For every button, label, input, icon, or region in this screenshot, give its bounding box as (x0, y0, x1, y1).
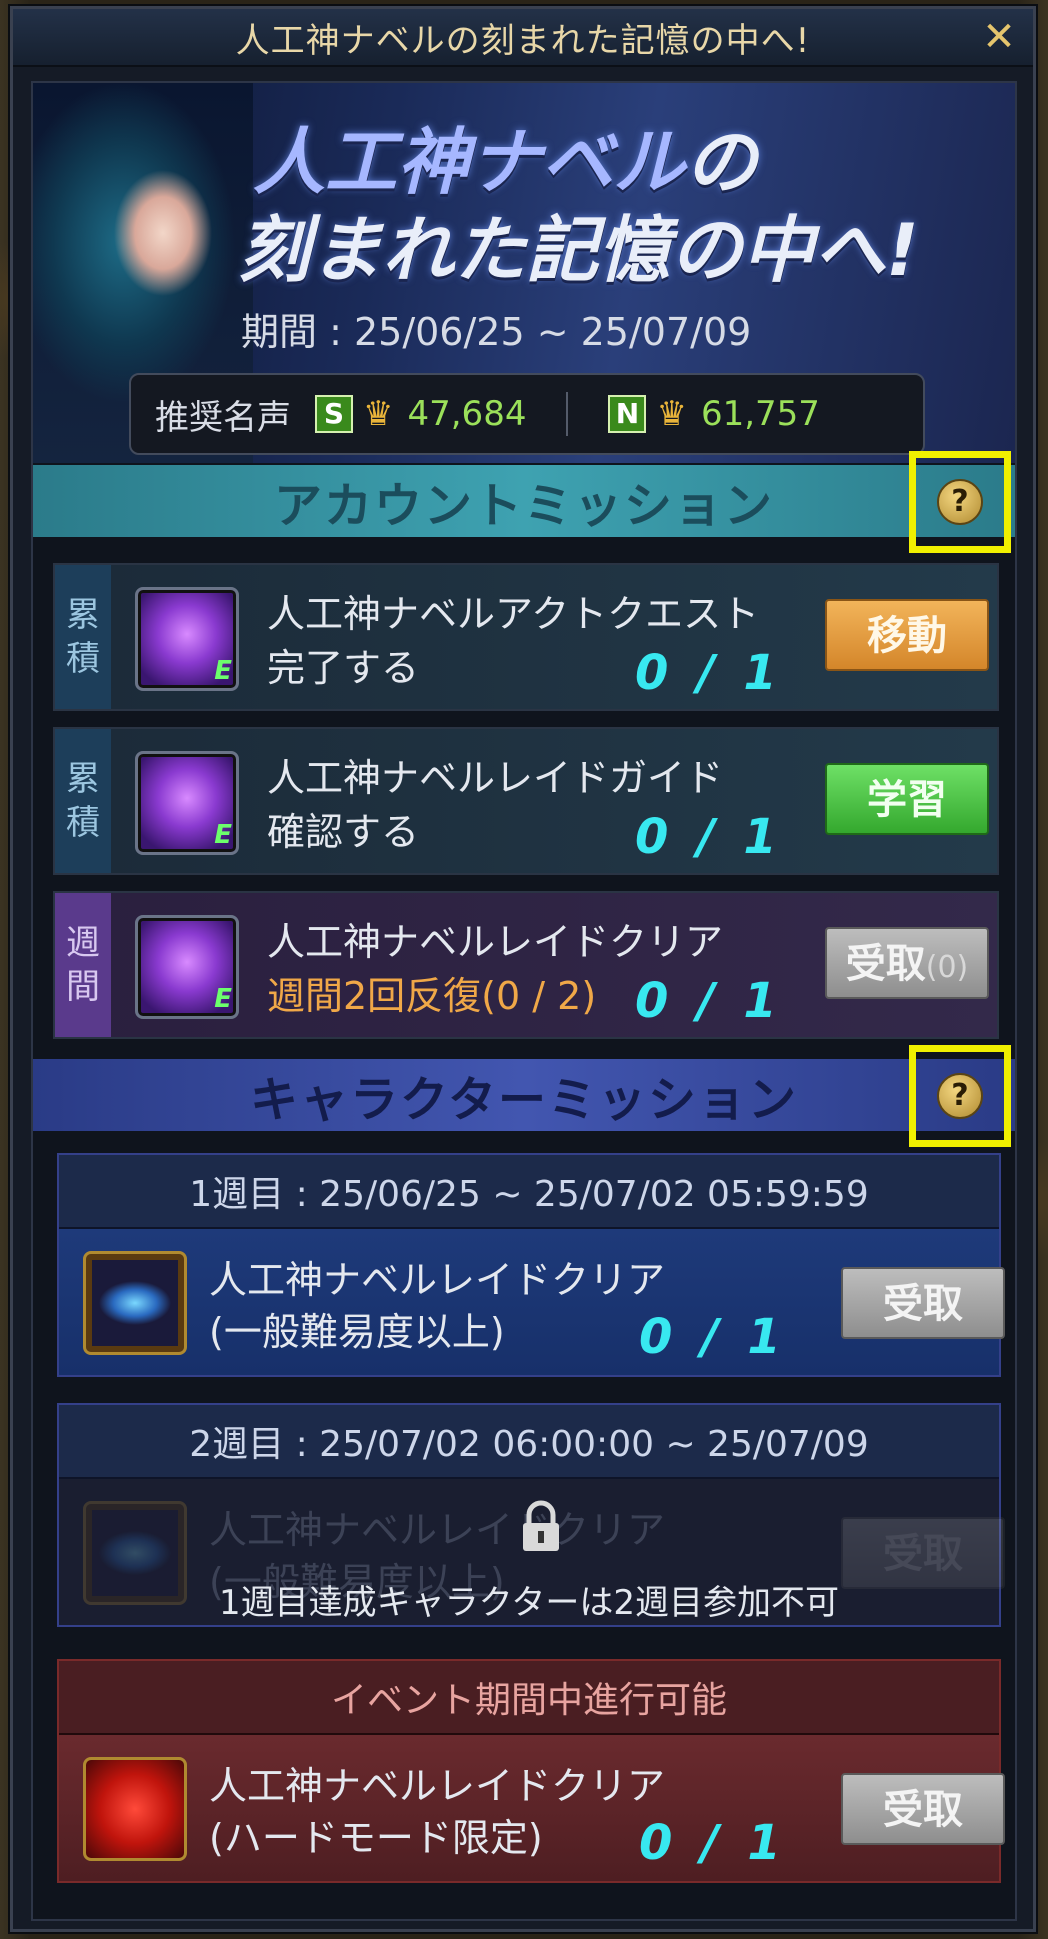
fame-emblem-icon: ♛ (656, 394, 687, 434)
event-period: 期間 : 25/06/25 ~ 25/07/09 (241, 310, 752, 354)
recommended-fame-box: 推奨名声 S ♛ 47,684 N ♛ 61,757 (129, 373, 925, 455)
mission-name: 人工神ナベルレイドガイド (267, 756, 724, 800)
account-mission-row: 累積 E 人工神ナベルアクトクエスト 完了する 0 / 1 移動 (53, 563, 999, 711)
fame-emblem-icon: ♛ (363, 394, 394, 434)
grade-badge-s: S (315, 395, 353, 433)
account-mission-header: アカウントミッション ? (33, 451, 1015, 553)
week1-mission-card: 1週目 : 25/06/25 ~ 25/07/02 05:59:59 人工神ナベ… (57, 1153, 1005, 1377)
week2-period: 2週目 : 25/07/02 06:00:00 ~ 25/07/09 (59, 1405, 999, 1479)
mission-description: 週間2回反復(0 / 2) (267, 974, 597, 1018)
fame-divider (566, 392, 569, 436)
account-mission-title: アカウントミッション (273, 478, 774, 534)
fame-label: 推奨名声 (155, 397, 291, 438)
lock-notice: 1週目達成キャラクターは2週目参加不可 (219, 1583, 839, 1623)
event-mission-body: 人工神ナベルレイドクリア (ハードモード限定) 0 / 1 受取 (59, 1735, 1005, 1881)
banner-title-line2: 刻まれた記憶の中へ! (238, 208, 919, 292)
mission-description: (ハードモード限定) (209, 1816, 543, 1860)
account-mission-row: 累積 E 人工神ナベルレイドガイド 確認する 0 / 1 学習 (53, 727, 999, 875)
learn-button[interactable]: 学習 (825, 763, 989, 835)
purple-gem-icon[interactable]: E (135, 915, 239, 1019)
event-panel: 人工神ナベルの 刻まれた記憶の中へ! 期間 : 25/06/25 ~ 25/07… (31, 81, 1017, 1921)
lock-icon (523, 1500, 559, 1551)
account-mission-row: 週間 E 人工神ナベルレイドクリア 週間2回反復(0 / 2) 0 / 1 受取… (53, 891, 999, 1039)
help-icon: ? (937, 479, 983, 525)
mission-progress: 0 / 1 (635, 645, 783, 701)
character-mission-header: キャラクターミッション ? (33, 1045, 1015, 1147)
chest-icon[interactable] (83, 1251, 187, 1355)
mission-name: 人工神ナベルレイドクリア (209, 1764, 666, 1808)
week1-mission-body: 人工神ナベルレイドクリア (一般難易度以上) 0 / 1 受取 (59, 1229, 1005, 1375)
window-title: 人工神ナベルの刻まれた記憶の中へ! (235, 20, 811, 61)
mission-description: (一般難易度以上) (209, 1310, 505, 1354)
mission-progress: 0 / 1 (635, 973, 783, 1029)
purple-gem-icon[interactable]: E (135, 751, 239, 855)
fame-value-s: 47,684 (407, 394, 527, 434)
week1-period: 1週目 : 25/06/25 ~ 25/07/02 05:59:59 (59, 1155, 999, 1229)
mission-description: 完了する (267, 646, 420, 690)
grade-badge-n: N (608, 395, 647, 433)
week2-mission-card: 2週目 : 25/07/02 06:00:00 ~ 25/07/09 人工神ナベ… (57, 1403, 1005, 1627)
purple-gem-icon[interactable]: E (135, 587, 239, 691)
account-help-button[interactable]: ? (909, 451, 1011, 553)
mission-name: 人工神ナベルレイドクリア (267, 920, 724, 964)
event-period-note: イベント期間中進行可能 (59, 1661, 999, 1735)
mission-progress: 0 / 1 (639, 1815, 787, 1871)
claim-button[interactable]: 受取(0) (825, 927, 989, 999)
mission-name: 人工神ナベルアクトクエスト (267, 592, 760, 636)
title-bar: 人工神ナベルの刻まれた記憶の中へ! ✕ (13, 9, 1033, 67)
character-help-button[interactable]: ? (909, 1045, 1011, 1147)
mission-tag-cumulative: 累積 (55, 729, 111, 873)
close-button[interactable]: ✕ (979, 17, 1019, 57)
week2-mission-body: 人工神ナベルレイドクリア (一般難易度以上) 受取 1週目達成キャラクターは2週… (59, 1479, 1005, 1625)
event-window: 人工神ナベルの刻まれた記憶の中へ! ✕ 人工神ナベルの 刻まれた記憶の中へ! 期… (10, 6, 1036, 1932)
fame-value-n: 61,757 (700, 394, 820, 434)
claim-button[interactable]: 受取 (841, 1773, 1005, 1845)
help-icon: ? (937, 1073, 983, 1119)
mission-tag-weekly: 週間 (55, 893, 111, 1037)
mission-name: 人工神ナベルレイドクリア (209, 1258, 666, 1302)
skull-icon[interactable] (83, 1757, 187, 1861)
mission-tag-cumulative: 累積 (55, 565, 111, 709)
character-mission-title: キャラクターミッション (249, 1072, 799, 1128)
claim-button[interactable]: 受取 (841, 1267, 1005, 1339)
mission-description: 確認する (267, 810, 420, 854)
mission-name: 人工神ナベルレイドクリア (209, 1508, 666, 1552)
mission-progress: 0 / 1 (639, 1309, 787, 1365)
move-button[interactable]: 移動 (825, 599, 989, 671)
event-banner: 人工神ナベルの 刻まれた記憶の中へ! 期間 : 25/06/25 ~ 25/07… (33, 83, 1015, 463)
mission-progress: 0 / 1 (635, 809, 783, 865)
event-mission-card: イベント期間中進行可能 人工神ナベルレイドクリア (ハードモード限定) 0 / … (57, 1659, 1005, 1883)
